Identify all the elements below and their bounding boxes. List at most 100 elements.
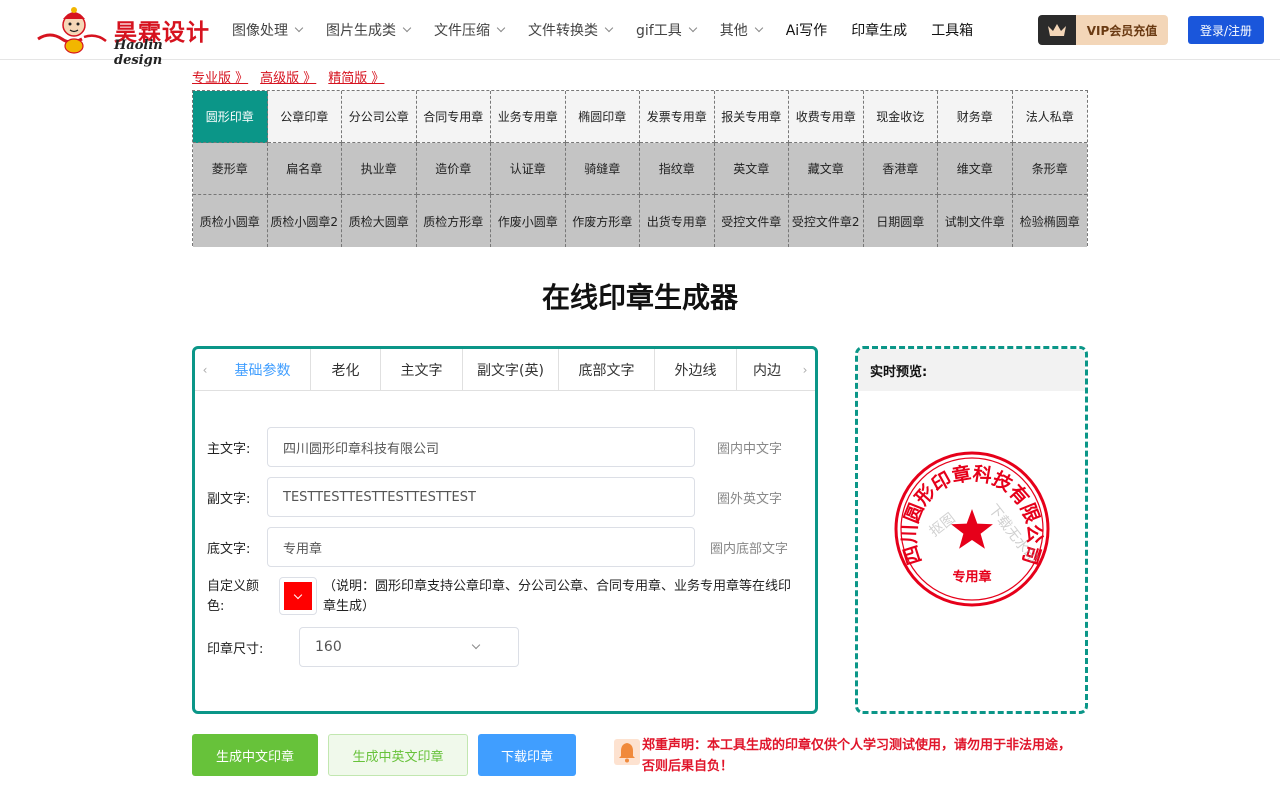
main-text-hint: 圈内中文字 [717, 441, 783, 457]
stamp-type-29[interactable]: 作废方形章 [565, 195, 640, 247]
tab-6[interactable]: 内边 [737, 349, 795, 390]
stamp-type-21[interactable]: 香港章 [863, 143, 938, 195]
stamp-type-7[interactable]: 报关专用章 [714, 91, 789, 143]
chevron-down-icon [293, 590, 303, 599]
tab-5[interactable]: 外边线 [655, 349, 737, 390]
stamp-type-3[interactable]: 合同专用章 [416, 91, 491, 143]
bottom-text-hint: 圈内底部文字 [710, 541, 789, 557]
stamp-type-32[interactable]: 受控文件章2 [789, 195, 864, 247]
size-row: 印章尺寸: 160 [207, 627, 519, 667]
chevron-down-icon [604, 23, 614, 33]
main-nav: 图像处理 图片生成类 文件压缩 文件转换类 gif工具 其他 Ai写作 印章生成 工具箱 [232, 0, 997, 60]
stamp-type-23[interactable]: 条形章 [1012, 143, 1087, 195]
version-link-2[interactable]: 精简版 》 [328, 67, 384, 86]
stamp-type-11[interactable]: 法人私章 [1012, 91, 1087, 143]
stamp-type-20[interactable]: 藏文章 [789, 143, 864, 195]
stamp-type-18[interactable]: 指纹章 [640, 143, 715, 195]
nav-item-label: 其他 [719, 23, 748, 39]
nav-item-4[interactable]: gif工具 [636, 20, 697, 40]
top-header: 昊霖设计 Haolin design 图像处理 图片生成类 文件压缩 文件转换类 gif… [0, 0, 1280, 68]
color-row: 自定义颜色: （说明：圆形印章支持公章印章、分公司公章、合同专用章、业务专用章等… [207, 577, 803, 617]
stamp-type-4[interactable]: 业务专用章 [491, 91, 566, 143]
tab-4[interactable]: 底部文字 [559, 349, 655, 390]
settings-panel: ‹ 基础参数 老化 主文字 副文字(英) 底部文字 外边线 内边 › 主文字: 四川圆形印章… [192, 346, 818, 714]
nav-item-label: 文件压缩 [434, 23, 490, 39]
sub-text-row: 副文字: TESTTESTTESTTESTTESTTEST 圈外英文字 [207, 477, 782, 517]
tab-3[interactable]: 副文字(英) [463, 349, 559, 390]
stamp-type-30[interactable]: 出货专用章 [640, 195, 715, 247]
nav-item-1[interactable]: 图片生成类 [326, 20, 412, 40]
stamp-type-2[interactable]: 分公司公章 [342, 91, 417, 143]
nav-item-2[interactable]: 文件压缩 [434, 20, 506, 40]
nav-item-3[interactable]: 文件转换类 [528, 20, 614, 40]
stamp-type-10[interactable]: 财务章 [938, 91, 1013, 143]
stamp-type-17[interactable]: 骑缝章 [565, 143, 640, 195]
preview-title: 实时预览: [858, 349, 1085, 391]
main-text-row: 主文字: 四川圆形印章科技有限公司 圈内中文字 [207, 427, 782, 467]
stamp-type-13[interactable]: 扁名章 [267, 143, 342, 195]
nav-item-6[interactable]: Ai写作 [786, 20, 827, 40]
nav-item-0[interactable]: 图像处理 [232, 20, 304, 40]
download-stamp-button[interactable]: 下载印章 [478, 734, 576, 776]
crown-icon [1038, 22, 1076, 38]
sub-text-input[interactable]: TESTTESTTESTTESTTESTTEST [267, 477, 695, 517]
main-text-label: 主文字: [207, 441, 251, 457]
tab-2[interactable]: 主文字 [381, 349, 463, 390]
stamp-type-24[interactable]: 质检小圆章 [193, 195, 268, 247]
nav-item-5[interactable]: 其他 [719, 20, 763, 40]
version-link-0[interactable]: 专业版 》 [192, 67, 248, 86]
page-title: 在线印章生成器 [541, 281, 738, 314]
nav-item-label: 文件转换类 [528, 23, 598, 39]
tab-strip: 基础参数 老化 主文字 副文字(英) 底部文字 外边线 内边 [215, 349, 795, 390]
stamp-type-33[interactable]: 日期圆章 [863, 195, 938, 247]
nav-item-label: 图像处理 [232, 23, 288, 39]
generate-cn-stamp-button[interactable]: 生成中文印章 [192, 734, 318, 776]
stamp-type-9[interactable]: 现金收讫 [863, 91, 938, 143]
tab-scroll-right-icon[interactable]: › [795, 349, 815, 390]
bottom-text-label: 底文字: [207, 541, 251, 557]
tab-1[interactable]: 老化 [311, 349, 381, 390]
stamp-type-15[interactable]: 造价章 [416, 143, 491, 195]
stamp-preview-image: 四川圆形印章科技有限公司 专用章 抠图 下载无水印 [894, 451, 1050, 607]
tab-scroll-left-icon[interactable]: ‹ [195, 349, 215, 390]
stamp-type-12[interactable]: 菱形章 [193, 143, 268, 195]
version-links: 专业版 》高级版 》精简版 》 [192, 67, 384, 86]
stamp-type-19[interactable]: 英文章 [714, 143, 789, 195]
stamp-type-8[interactable]: 收费专用章 [789, 91, 864, 143]
main-text-input[interactable]: 四川圆形印章科技有限公司 [267, 427, 695, 467]
stamp-type-25[interactable]: 质检小圆章2 [267, 195, 342, 247]
tab-0[interactable]: 基础参数 [215, 349, 311, 390]
sub-text-hint: 圈外英文字 [717, 491, 783, 507]
preview-panel: 实时预览: 四川圆形印章科技有限公司 专用章 抠图 下载无水印 [855, 346, 1088, 714]
stamp-type-28[interactable]: 作废小圆章 [491, 195, 566, 247]
stamp-type-31[interactable]: 受控文件章 [714, 195, 789, 247]
vip-label: VIP会员充值 [1086, 23, 1158, 38]
nav-item-label: 图片生成类 [326, 23, 396, 39]
nav-item-7[interactable]: 印章生成 [851, 20, 907, 40]
site-logo[interactable]: 昊霖设计 Haolin design [36, 5, 211, 68]
bottom-text-row: 底文字: 专用章 圈内底部文字 [207, 527, 788, 567]
stamp-type-27[interactable]: 质检方形章 [416, 195, 491, 247]
stamp-type-34[interactable]: 试制文件章 [938, 195, 1013, 247]
chevron-down-icon [294, 23, 304, 33]
stamp-type-5[interactable]: 椭圆印章 [565, 91, 640, 143]
version-link-1[interactable]: 高级版 》 [260, 67, 316, 86]
generate-cn-en-stamp-button[interactable]: 生成中英文印章 [328, 734, 468, 776]
color-picker[interactable] [279, 577, 317, 615]
disclaimer: 郑重声明：本工具生成的印章仅供个人学习测试使用，请勿用于非法用途，否则后果自负！ [614, 735, 1084, 777]
stamp-type-6[interactable]: 发票专用章 [640, 91, 715, 143]
bottom-text-input[interactable]: 专用章 [267, 527, 695, 567]
stamp-type-14[interactable]: 执业章 [342, 143, 417, 195]
stamp-type-1[interactable]: 公章印章 [267, 91, 342, 143]
stamp-type-16[interactable]: 认证章 [491, 143, 566, 195]
size-select[interactable]: 160 [299, 627, 519, 667]
vip-recharge-button[interactable]: VIP会员充值 [1038, 15, 1168, 45]
stamp-type-grid: 圆形印章 公章印章 分公司公章 合同专用章 业务专用章 椭圆印章 发票专用章 报关专用章 收费专… [192, 90, 1088, 247]
stamp-type-26[interactable]: 质检大圆章 [342, 195, 417, 247]
stamp-type-0[interactable]: 圆形印章 [193, 91, 268, 143]
nav-item-label: Ai写作 [785, 23, 828, 39]
stamp-type-22[interactable]: 维文章 [938, 143, 1013, 195]
stamp-type-35[interactable]: 检验椭圆章 [1012, 195, 1087, 247]
nav-item-8[interactable]: 工具箱 [931, 20, 973, 40]
login-register-button[interactable]: 登录/注册 [1188, 16, 1264, 44]
